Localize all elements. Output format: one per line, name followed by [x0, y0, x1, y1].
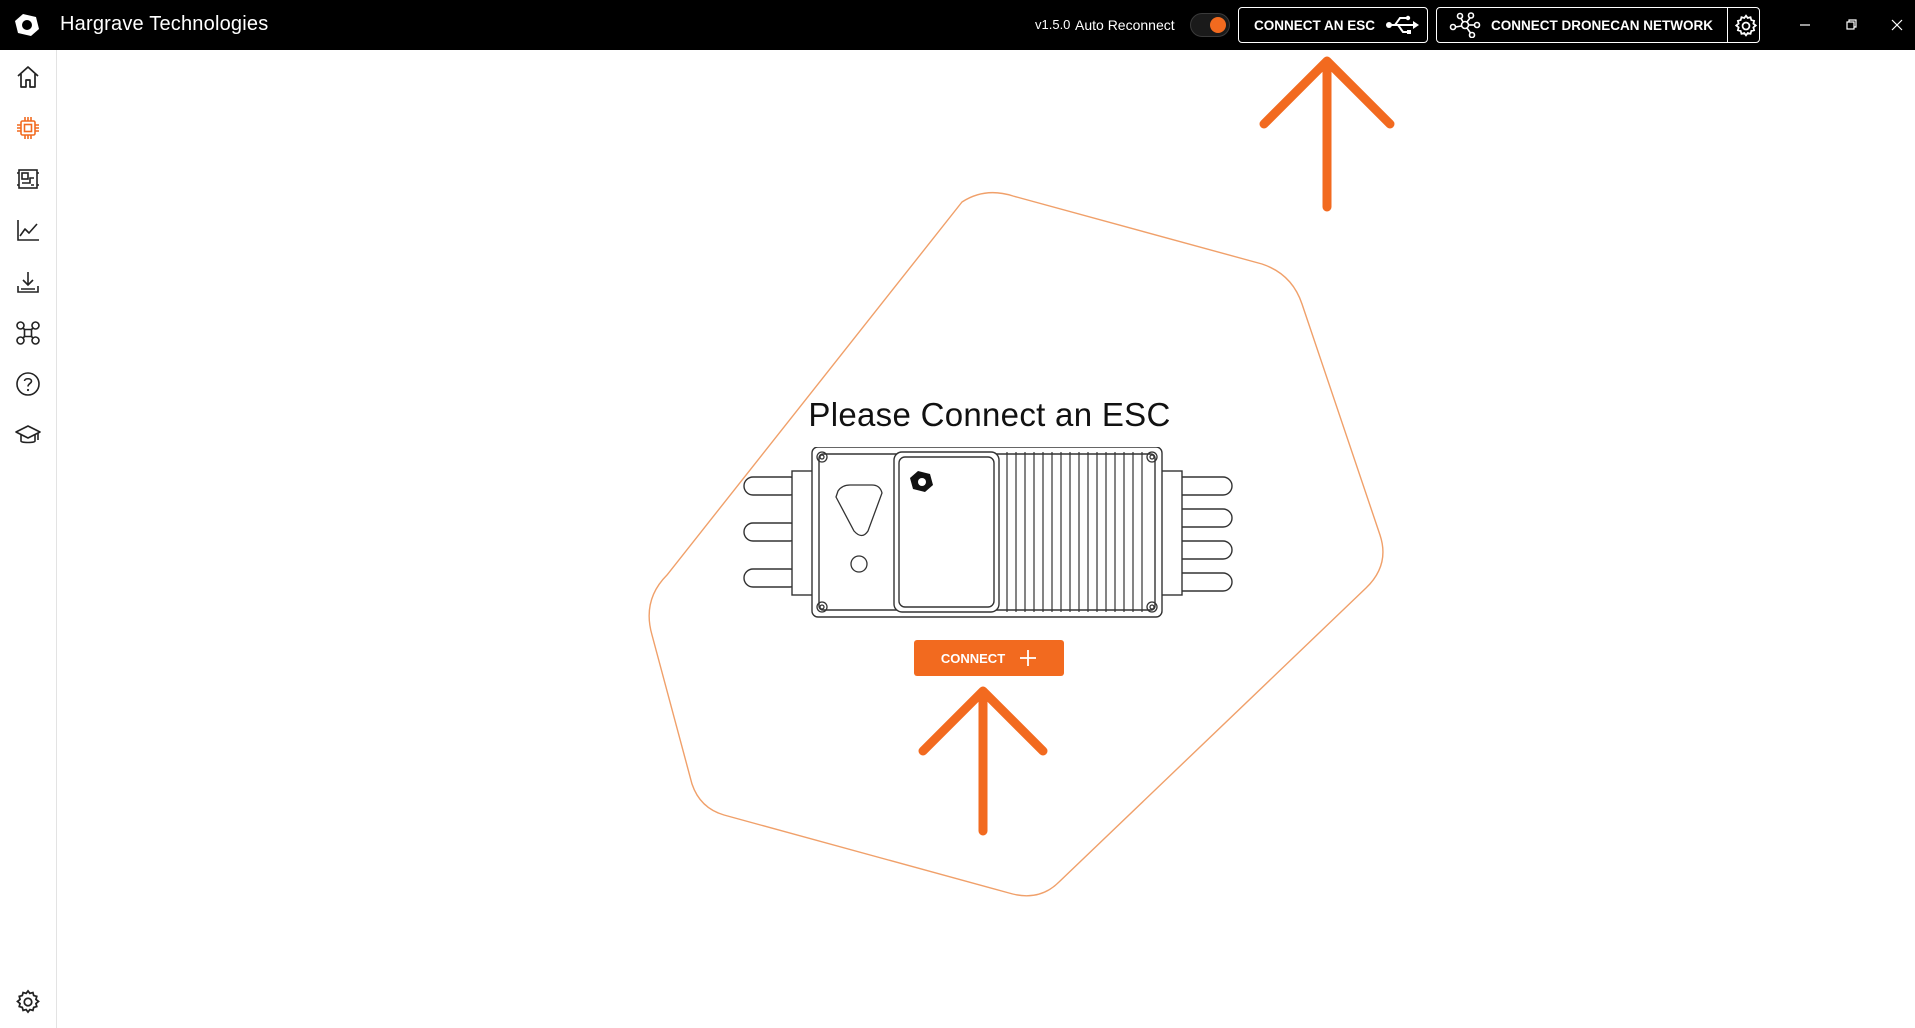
button-divider [1727, 8, 1728, 42]
close-icon[interactable] [1886, 14, 1908, 36]
brand-logo-icon [15, 14, 39, 36]
arrow-up-annotation [918, 686, 1048, 836]
connect-dronecan-button[interactable]: CONNECT DRONECAN NETWORK [1436, 7, 1760, 43]
app-name: Hargrave Technologies [60, 13, 269, 35]
drone-icon[interactable] [14, 319, 42, 347]
usb-icon [1386, 15, 1420, 34]
network-icon [1449, 12, 1481, 38]
minimize-icon[interactable] [1794, 14, 1816, 36]
toggle-knob [1210, 17, 1226, 33]
title-bar: Hargrave Technologies v1.5.0 Auto Reconn… [0, 0, 1915, 50]
graduation-cap-icon[interactable] [14, 421, 42, 449]
chart-line-icon[interactable] [14, 216, 42, 244]
auto-reconnect-label: Auto Reconnect [1075, 17, 1175, 33]
connect-esc-button[interactable]: CONNECT AN ESC [1238, 7, 1428, 43]
arrow-up-annotation-top [1259, 56, 1395, 212]
version-label: v1.5.0 [1035, 17, 1071, 32]
sidebar [0, 50, 57, 1028]
settings-icon[interactable] [14, 988, 42, 1016]
restore-icon[interactable] [1840, 14, 1862, 36]
page-title: Please Connect an ESC [808, 396, 1171, 433]
auto-reconnect-toggle[interactable] [1190, 13, 1230, 37]
dashboard-icon[interactable] [14, 165, 42, 193]
home-icon[interactable] [14, 63, 42, 91]
connect-button[interactable]: CONNECT [914, 640, 1064, 676]
connect-dronecan-label: CONNECT DRONECAN NETWORK [1491, 17, 1713, 33]
connect-esc-label: CONNECT AN ESC [1254, 17, 1376, 33]
connect-button-label: CONNECT [940, 650, 1006, 666]
plus-icon [1020, 650, 1037, 666]
chip-icon[interactable] [14, 114, 42, 142]
network-settings-icon[interactable] [1733, 13, 1759, 39]
download-icon[interactable] [14, 268, 42, 296]
esc-device-illustration [743, 447, 1233, 618]
help-icon[interactable] [14, 370, 42, 398]
main-content: Please Connect an ESC CONNECT [57, 50, 1915, 1028]
